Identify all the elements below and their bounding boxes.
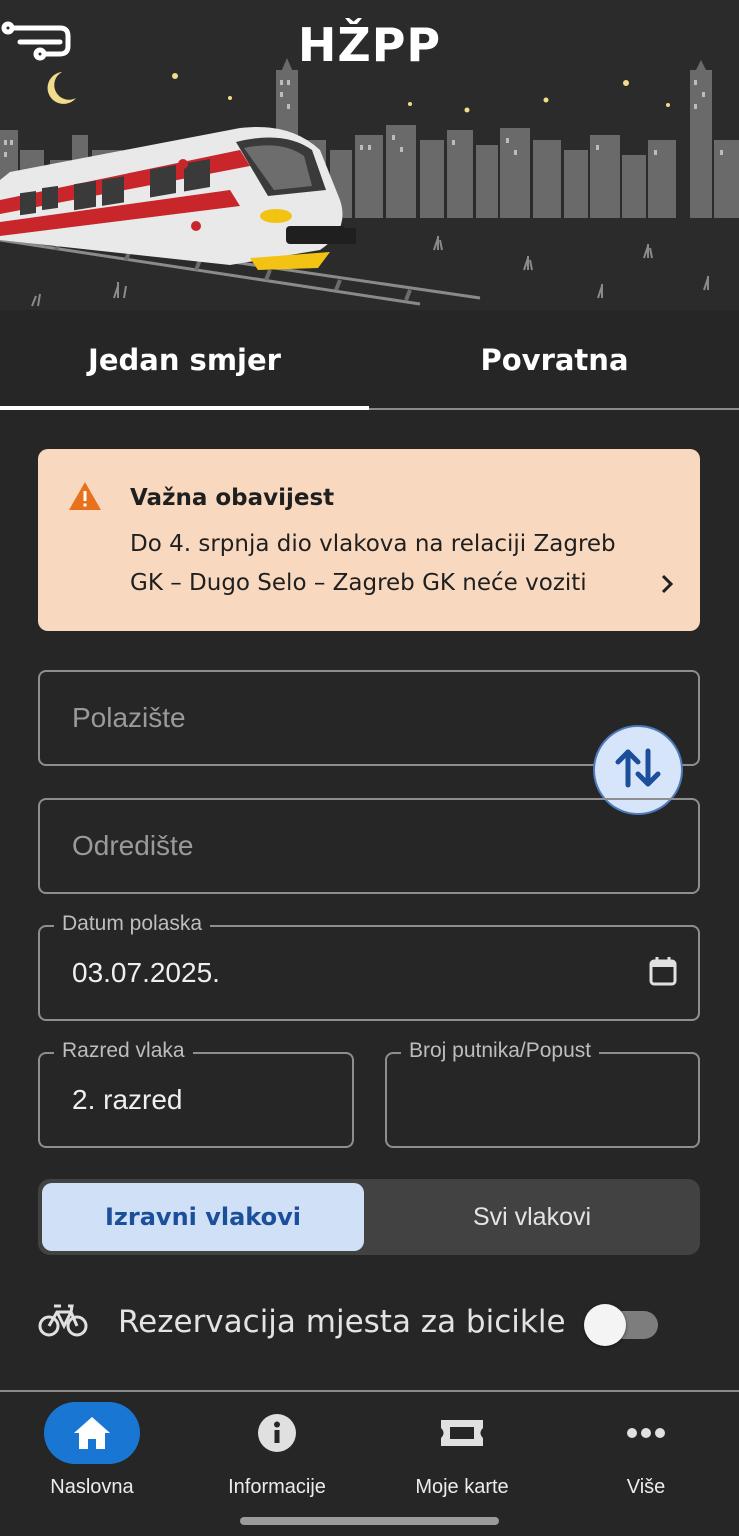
direct-trains-option[interactable]: Izravni vlakovi bbox=[42, 1183, 364, 1251]
header-illustration: HŽPP bbox=[0, 0, 739, 310]
nav-item-home[interactable]: Naslovna bbox=[0, 1392, 184, 1512]
nav-item-my-tickets[interactable]: Moje karte bbox=[370, 1392, 554, 1512]
nav-label-info: Informacije bbox=[228, 1476, 326, 1498]
notice-body: Do 4. srpnja dio vlakova na relaciji Zag… bbox=[130, 531, 616, 596]
logo-text: HŽPP bbox=[297, 18, 442, 72]
destination-placeholder: Odredište bbox=[72, 830, 194, 861]
bike-reservation-label: Rezervacija mjesta za bicikle bbox=[118, 1304, 566, 1340]
info-icon bbox=[229, 1402, 325, 1464]
departure-date-field[interactable]: Datum polaska 03.07.2025. bbox=[38, 912, 700, 1021]
tab-one-way[interactable]: Jedan smjer bbox=[0, 310, 369, 410]
swap-arrows-icon bbox=[615, 747, 661, 794]
switch-thumb bbox=[584, 1304, 626, 1346]
ticket-icon bbox=[414, 1402, 510, 1464]
date-value: 03.07.2025. bbox=[72, 957, 220, 988]
bike-reservation-switch[interactable] bbox=[584, 1304, 660, 1346]
train-filter-toggle: Izravni vlakovi Svi vlakovi bbox=[38, 1179, 700, 1255]
bike-reservation-row: Rezervacija mjesta za bicikle bbox=[38, 1290, 700, 1360]
train-class-select[interactable]: Razred vlaka 2. razred bbox=[38, 1039, 354, 1148]
nav-label-more: Više bbox=[626, 1476, 666, 1498]
chevron-right-icon bbox=[660, 573, 674, 600]
class-value: 2. razred bbox=[72, 1084, 183, 1115]
passengers-label: Broj putnika/Popust bbox=[401, 1039, 600, 1063]
more-icon bbox=[598, 1402, 694, 1464]
destination-station-input[interactable]: Odredište bbox=[38, 798, 700, 894]
nav-item-more[interactable]: Više bbox=[554, 1392, 738, 1512]
system-home-indicator[interactable] bbox=[240, 1517, 499, 1525]
nav-label-home: Naslovna bbox=[50, 1476, 134, 1498]
all-trains-option[interactable]: Svi vlakovi bbox=[368, 1183, 696, 1251]
calendar-icon[interactable] bbox=[648, 955, 678, 992]
bicycle-icon bbox=[38, 1300, 88, 1343]
date-label: Datum polaska bbox=[54, 912, 211, 936]
nav-label-my-tickets: Moje karte bbox=[415, 1476, 509, 1498]
passengers-discount-field[interactable]: Broj putnika/Popust bbox=[385, 1039, 700, 1148]
notice-title: Važna obavijest bbox=[130, 485, 335, 511]
trip-type-tabs: Jedan smjer Povratna bbox=[0, 310, 739, 410]
tab-active-indicator bbox=[0, 406, 369, 410]
departure-placeholder: Polazište bbox=[72, 702, 186, 733]
bottom-navigation: Naslovna Informacije Moje karte Više bbox=[0, 1392, 739, 1536]
tab-return[interactable]: Povratna bbox=[370, 310, 739, 410]
rail-logo-icon bbox=[1, 21, 71, 61]
hzpp-logo: HŽPP bbox=[0, 18, 739, 72]
home-icon bbox=[44, 1402, 140, 1464]
warning-icon bbox=[68, 481, 102, 516]
nav-item-info[interactable]: Informacije bbox=[185, 1392, 369, 1512]
class-label: Razred vlaka bbox=[54, 1039, 193, 1063]
important-notice-card[interactable]: Važna obavijest Do 4. srpnja dio vlakova… bbox=[38, 449, 700, 631]
